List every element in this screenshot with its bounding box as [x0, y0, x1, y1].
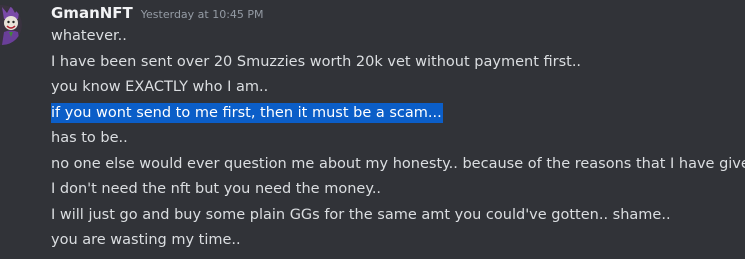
- message-line: you know EXACTLY who I am..: [51, 77, 745, 103]
- message-line-text: whatever..: [51, 28, 127, 44]
- message-line: has to be..: [51, 128, 745, 154]
- message-line: no one else would ever question me about…: [51, 154, 745, 180]
- timestamp[interactable]: Yesterday at 10:45 PM: [141, 8, 264, 21]
- message-line: I don't need the nft but you need the mo…: [51, 179, 745, 205]
- message-line-text: I don't need the nft but you need the mo…: [51, 181, 382, 197]
- message-line: I have been sent over 20 Smuzzies worth …: [51, 52, 745, 78]
- message-line: you are wasting my time..: [51, 230, 745, 256]
- message-line-selected: if you wont send to me first, then it mu…: [51, 102, 745, 129]
- selected-text[interactable]: if you wont send to me first, then it mu…: [51, 102, 443, 123]
- user-avatar[interactable]: [0, 5, 22, 45]
- message-line-text: has to be..: [51, 130, 128, 146]
- joker-avatar-icon: [0, 5, 22, 45]
- message-line-text: no one else would ever question me about…: [51, 155, 745, 172]
- message-header: GmanNFT Yesterday at 10:45 PM: [51, 4, 264, 24]
- message-line-text: you are wasting my time..: [51, 232, 241, 248]
- message-line-text: I have been sent over 20 Smuzzies worth …: [51, 53, 582, 70]
- message-line-text: you know EXACTLY who I am..: [51, 79, 269, 95]
- message-content: whatever.. I have been sent over 20 Smuz…: [51, 26, 745, 256]
- chat-message: GmanNFT Yesterday at 10:45 PM whatever..…: [0, 0, 745, 259]
- message-line-text: I will just go and buy some plain GGs fo…: [51, 206, 671, 223]
- message-line: whatever..: [51, 26, 745, 52]
- message-line: I will just go and buy some plain GGs fo…: [51, 205, 745, 231]
- username[interactable]: GmanNFT: [51, 4, 133, 22]
